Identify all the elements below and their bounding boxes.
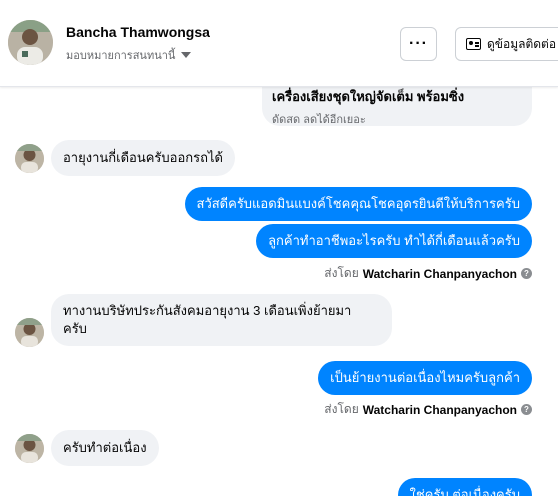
message-bubble-incoming[interactable]: ครับทำต่อเนื่อง [51, 430, 159, 466]
sent-by-prefix: ส่งโดย [324, 266, 359, 280]
preview-title: เครื่องเสียงชุดใหญ่จัดเต็ม พร้อมซิ่ง [272, 89, 465, 104]
message-bubble-outgoing[interactable]: ลูกค้าทำอาชีพอะไรครับ ทำได้กี่เดือนแล้วค… [256, 224, 532, 258]
preview-subtitle: ดัดสด ลดได้อีกเยอะ [272, 114, 366, 126]
message-bubble-outgoing[interactable]: ใช่ครับ ต่อเนื่องครับ [397, 478, 532, 496]
caret-down-icon [181, 52, 192, 58]
assign-label: มอบหมายการสนทนานี้ [66, 50, 176, 62]
assign-conversation[interactable]: มอบหมายการสนทนานี้ [66, 46, 192, 64]
sent-by-prefix: ส่งโดย [324, 402, 359, 416]
message-bubble-outgoing[interactable]: สวัสดีครับแอดมินแบงค์โชคคุณโชคอุดรยินดีใ… [184, 187, 532, 221]
help-icon[interactable]: ? [521, 268, 532, 279]
sent-by-label: ส่งโดย Watcharin Chanpanyachon ? [324, 264, 532, 283]
sent-by-agent: Watcharin Chanpanyachon [362, 402, 517, 417]
contact-name[interactable]: Bancha Thamwongsa [66, 24, 210, 40]
avatar[interactable] [8, 20, 53, 65]
message-line: ครับ [63, 321, 87, 336]
message-bubble-incoming[interactable]: ทางานบริษัทประกันสังคมอายุงาน 3 เดือนเพิ… [51, 294, 392, 346]
help-icon[interactable]: ? [521, 404, 532, 415]
avatar[interactable] [15, 318, 44, 347]
avatar[interactable] [15, 434, 44, 463]
message-line: ทางานบริษัทประกันสังคมอายุงาน 3 เดือนเพิ… [63, 303, 352, 318]
conversation-header: Bancha Thamwongsa มอบหมายการสนทนานี้ ···… [0, 0, 558, 87]
avatar[interactable] [15, 144, 44, 173]
message-bubble-outgoing[interactable]: เป็นย้ายงานต่อเนื่องไหมครับลูกค้า [318, 361, 532, 395]
sent-by-label: ส่งโดย Watcharin Chanpanyachon ? [324, 400, 532, 419]
contact-card-icon [466, 38, 481, 50]
view-contact-button[interactable]: ดูข้อมูลติดต่อ [455, 27, 558, 61]
message-bubble-incoming[interactable]: อายุงานกี่เดือนครับออกรถได้ [51, 140, 235, 176]
more-options-button[interactable]: ··· [400, 27, 437, 61]
view-contact-label: ดูข้อมูลติดต่อ [487, 36, 557, 51]
sent-by-agent: Watcharin Chanpanyachon [362, 266, 517, 281]
